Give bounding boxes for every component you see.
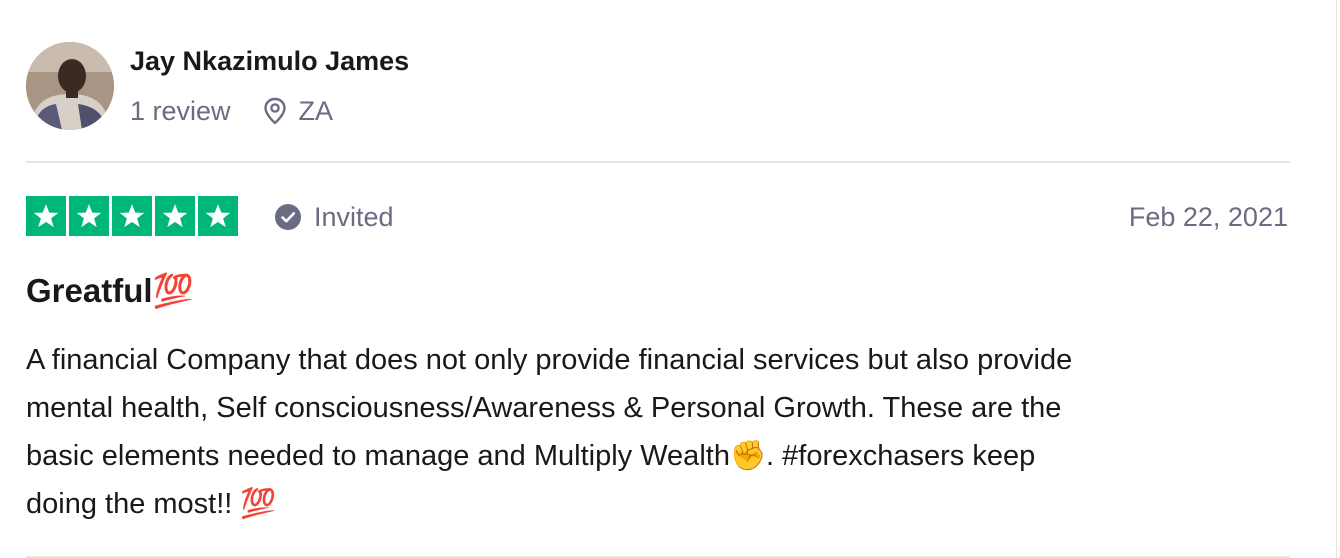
review-title[interactable]: Greatful💯 [26,272,194,311]
star-rating [26,196,238,236]
check-circle-icon [275,204,301,230]
star-icon [69,196,109,236]
avatar[interactable] [26,42,114,130]
divider [26,161,1290,163]
star-icon [155,196,195,236]
review-body: A financial Company that does not only p… [26,344,1073,520]
location-label: ZA [298,95,334,126]
star-icon [112,196,152,236]
reviewer-name[interactable]: Jay Nkazimulo James [130,46,409,77]
invited-badge[interactable]: Invited [274,198,394,236]
invited-label: Invited [314,201,394,232]
reviewer-meta: 1 review ZA [130,92,333,130]
star-icon [26,196,66,236]
right-edge-rule [1336,0,1337,558]
review-date: Feb 22, 2021 [1128,201,1288,232]
review-card: Jay Nkazimulo James 1 review ZA Invited … [0,0,1340,558]
review-count: 1 review [130,95,231,126]
reviewer-location: ZA [263,95,334,127]
map-pin-icon [263,97,286,125]
star-icon [198,196,238,236]
